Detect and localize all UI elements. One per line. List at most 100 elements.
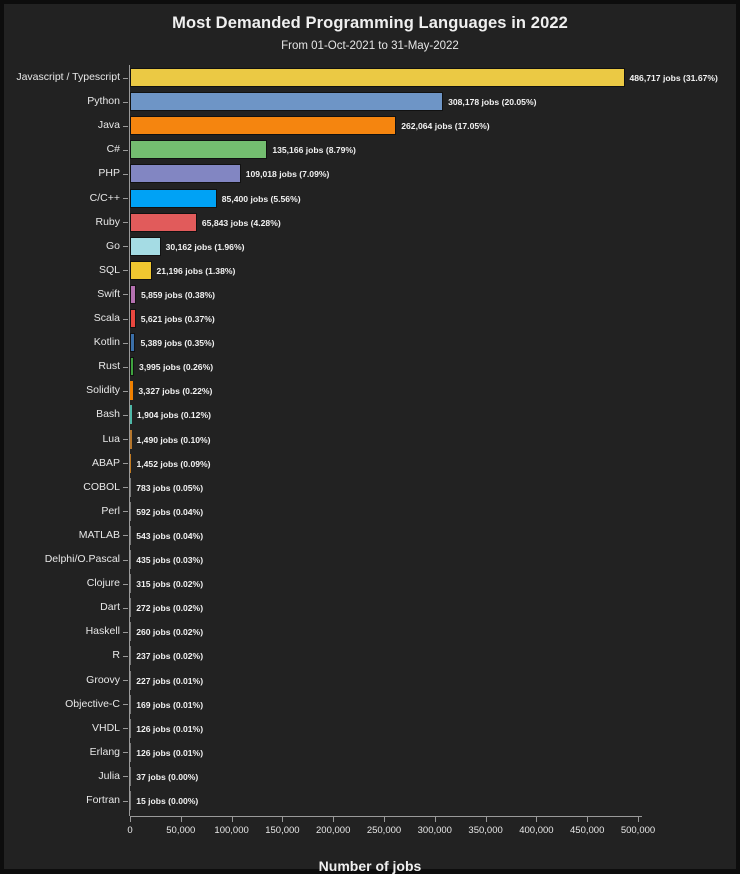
category-label: SQL [4, 265, 120, 276]
bar-value-label: 85,400 jobs (5.56%) [222, 193, 301, 205]
category-label: PHP [4, 168, 120, 179]
bar-value-label: 65,843 jobs (4.28%) [202, 217, 281, 229]
bar-value-label: 783 jobs (0.05%) [136, 482, 203, 494]
bar-row: Erlang126 jobs (0.01%) [4, 741, 736, 765]
bar-row: Java262,064 jobs (17.05%) [4, 114, 736, 138]
category-label: ABAP [4, 458, 120, 469]
bar [130, 550, 131, 569]
y-axis-tick [123, 222, 128, 223]
category-label: MATLAB [4, 530, 120, 541]
bar [130, 478, 131, 497]
y-axis-tick [123, 584, 128, 585]
bar-value-label: 5,859 jobs (0.38%) [141, 289, 215, 301]
x-axis-tick [282, 817, 283, 822]
category-label: Go [4, 241, 120, 252]
y-axis-tick [123, 150, 128, 151]
y-axis-tick [123, 560, 128, 561]
bar-value-label: 1,452 jobs (0.09%) [136, 458, 210, 470]
category-label: R [4, 650, 120, 661]
bar-value-label: 1,904 jobs (0.12%) [137, 409, 211, 421]
bar [130, 526, 131, 545]
y-axis-tick [123, 343, 128, 344]
category-label-wrap: R [4, 650, 120, 662]
bar-value-label: 592 jobs (0.04%) [136, 506, 203, 518]
category-label-wrap: Scala [4, 313, 120, 325]
category-label-wrap: ABAP [4, 458, 120, 470]
bar [130, 309, 136, 328]
bar-value-label: 30,162 jobs (1.96%) [166, 241, 245, 253]
x-axis-tick-label: 250,000 [367, 825, 401, 836]
bar [130, 743, 131, 762]
bar-row: Clojure315 jobs (0.02%) [4, 572, 736, 596]
bar [130, 671, 131, 690]
x-axis-tick-label: 450,000 [570, 825, 604, 836]
x-axis-tick-label: 400,000 [519, 825, 553, 836]
category-label-wrap: Kotlin [4, 337, 120, 349]
plot-area: Javascript / Typescript 486,717 jobs (31.… [4, 4, 736, 869]
category-label-wrap: C# [4, 144, 120, 156]
bar-value-label: 15 jobs (0.00%) [136, 795, 198, 807]
bar [130, 140, 267, 159]
bar-row: Swift 5,859 jobs (0.38%) [4, 283, 736, 307]
x-axis-tick [232, 817, 233, 822]
category-label-wrap: Javascript / Typescript [4, 72, 120, 84]
bar-value-label: 543 jobs (0.04%) [136, 530, 203, 542]
y-axis-tick [123, 246, 128, 247]
bar-value-label: 237 jobs (0.02%) [136, 650, 203, 662]
category-label-wrap: Julia [4, 771, 120, 783]
category-label: Python [4, 96, 120, 107]
bar-row: PHP109,018 jobs (7.09%) [4, 162, 736, 186]
y-axis-tick [123, 535, 128, 536]
bar [130, 574, 131, 593]
category-label-wrap: Go [4, 241, 120, 253]
y-axis-tick [123, 78, 128, 79]
x-axis-title: Number of jobs [4, 858, 736, 874]
bar [130, 333, 135, 352]
bar-value-label: 37 jobs (0.00%) [136, 771, 198, 783]
x-axis-tick [435, 817, 436, 822]
bar [130, 213, 197, 232]
y-axis-tick [123, 391, 128, 392]
category-label-wrap: Objective-C [4, 699, 120, 711]
bar [130, 116, 396, 135]
category-label-wrap: Groovy [4, 675, 120, 687]
x-axis-tick-label: 350,000 [468, 825, 502, 836]
bar [130, 695, 131, 714]
category-label: C# [4, 144, 120, 155]
y-axis-tick [123, 126, 128, 127]
category-label: Groovy [4, 675, 120, 686]
bar-value-label: 486,717 jobs (31.67%) [630, 72, 718, 84]
bar-value-label: 272 jobs (0.02%) [136, 602, 203, 614]
category-label: Solidity [4, 385, 120, 396]
bar-value-label: 315 jobs (0.02%) [136, 578, 203, 590]
y-axis-tick [123, 102, 128, 103]
category-label: Erlang [4, 747, 120, 758]
category-label-wrap: VHDL [4, 723, 120, 735]
category-label-wrap: Erlang [4, 747, 120, 759]
bar-value-label: 169 jobs (0.01%) [136, 699, 203, 711]
y-axis-tick [123, 680, 128, 681]
bar-row: MATLAB 543 jobs (0.04%) [4, 524, 736, 548]
bar [130, 92, 443, 111]
bar [130, 189, 217, 208]
bar-row: Julia 37 jobs (0.00%) [4, 765, 736, 789]
category-label-wrap: Swift [4, 289, 120, 301]
bar [130, 598, 131, 617]
y-axis-tick [123, 511, 128, 512]
bar-value-label: 3,327 jobs (0.22%) [138, 385, 212, 397]
bar-row: R 237 jobs (0.02%) [4, 644, 736, 668]
category-label: Javascript / Typescript [4, 72, 120, 83]
bar-row: C#135,166 jobs (8.79%) [4, 138, 736, 162]
category-label-wrap: Java [4, 120, 120, 132]
bar [130, 719, 131, 738]
category-label: Delphi/O.Pascal [4, 554, 120, 565]
y-axis-tick [123, 752, 128, 753]
bar-row: Rust3,995 jobs (0.26%) [4, 355, 736, 379]
category-label: Dart [4, 602, 120, 613]
category-label-wrap: Rust [4, 361, 120, 373]
category-label: COBOL [4, 482, 120, 493]
category-label-wrap: Fortran [4, 795, 120, 807]
bar-chart-figure: Most Demanded Programming Languages in 2… [0, 0, 740, 873]
x-axis-tick [638, 817, 639, 822]
bar-value-label: 1,490 jobs (0.10%) [137, 434, 211, 446]
